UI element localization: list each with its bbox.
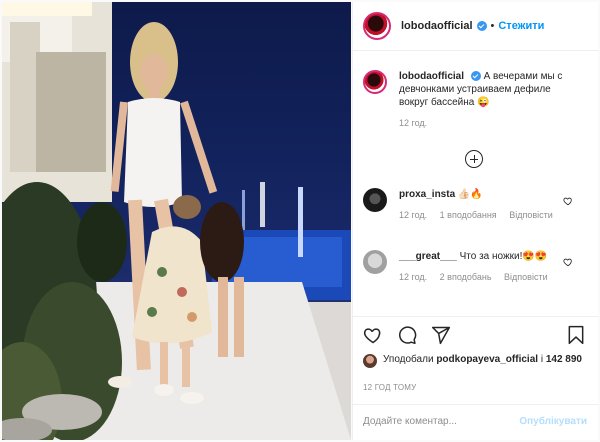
caption: lobodaofficial А вечерами мы с девчонкам… <box>363 70 579 130</box>
likes-suffix: і <box>540 354 544 365</box>
likes-prefix: Уподобали <box>383 354 434 365</box>
caption-body: lobodaofficial А вечерами мы с девчонкам… <box>399 70 579 130</box>
comment-username[interactable]: ___great___ <box>399 251 457 262</box>
comment-username[interactable]: proxa_insta <box>399 189 455 200</box>
post-header: lobodaofficial • Стежити <box>353 2 599 51</box>
comment-likes[interactable]: 1 вподобання <box>440 210 497 220</box>
comment-meta: 12 год. 1 вподобання Відповісти <box>399 209 579 222</box>
comments-section: lobodaofficial А вечерами мы с девчонкам… <box>353 52 599 316</box>
comment-icon[interactable] <box>397 325 417 345</box>
author-username[interactable]: lobodaofficial <box>401 20 473 32</box>
liker-avatar[interactable] <box>363 354 377 368</box>
comment-input[interactable]: Додайте коментар... <box>363 416 457 427</box>
add-comment-bar: Додайте коментар... Опублікувати <box>353 404 599 440</box>
likes-summary: Уподобали podkopayeva_official і 142 890 <box>363 353 583 368</box>
comment-like-heart-icon[interactable] <box>563 257 573 267</box>
comment-item: proxa_insta 👍🏻🔥 12 год. 1 вподобання Від… <box>363 188 579 222</box>
comment-avatar[interactable] <box>363 250 387 274</box>
likes-count[interactable]: 142 890 <box>546 354 582 365</box>
caption-avatar[interactable] <box>363 70 387 94</box>
action-bar: Уподобали podkopayeva_official і 142 890… <box>353 316 599 410</box>
comment-meta: 12 год. 2 вподобань Відповісти <box>399 271 579 284</box>
liker-username[interactable]: podkopayeva_official <box>436 354 538 365</box>
instagram-post-window: lobodaofficial • Стежити lobodaofficial … <box>0 0 600 442</box>
comment-text: 👍🏻🔥 <box>457 189 483 200</box>
load-more-comments-icon[interactable] <box>465 150 483 168</box>
comment-text: Что за ножки!😍😍 <box>459 251 548 262</box>
comment-body: proxa_insta 👍🏻🔥 12 год. 1 вподобання Від… <box>399 188 579 222</box>
comment-body: ___great___ Что за ножки!😍😍 12 год. 2 вп… <box>399 250 579 284</box>
share-icon[interactable] <box>431 325 451 345</box>
comment-reply[interactable]: Відповісти <box>509 210 553 220</box>
post-details-panel: lobodaofficial • Стежити lobodaofficial … <box>352 2 599 440</box>
header-separator: • <box>490 20 495 32</box>
comment-item: ___great___ Что за ножки!😍😍 12 год. 2 вп… <box>363 250 579 284</box>
bookmark-icon[interactable] <box>567 325 585 345</box>
follow-button[interactable]: Стежити <box>498 20 544 32</box>
comment-like-heart-icon[interactable] <box>563 196 573 206</box>
likes-text: Уподобали podkopayeva_official і 142 890 <box>383 353 582 368</box>
verified-badge-icon <box>476 21 487 31</box>
author-avatar[interactable] <box>363 12 391 40</box>
comment-age: 12 год. <box>399 272 428 282</box>
comment-avatar[interactable] <box>363 188 387 212</box>
caption-age: 12 год. <box>399 118 428 128</box>
post-timestamp: 12 ГОД ТОМУ <box>363 383 417 392</box>
heart-icon[interactable] <box>363 325 383 345</box>
caption-meta: 12 год. <box>399 117 579 130</box>
comment-likes[interactable]: 2 вподобань <box>440 272 492 282</box>
post-photo[interactable] <box>2 2 351 440</box>
comment-reply[interactable]: Відповісти <box>504 272 548 282</box>
caption-verified-icon <box>470 71 481 82</box>
caption-username[interactable]: lobodaofficial <box>399 71 464 82</box>
post-comment-button[interactable]: Опублікувати <box>519 416 587 427</box>
photo-illustration <box>2 2 351 440</box>
action-icons <box>363 325 451 345</box>
comment-age: 12 год. <box>399 210 428 220</box>
